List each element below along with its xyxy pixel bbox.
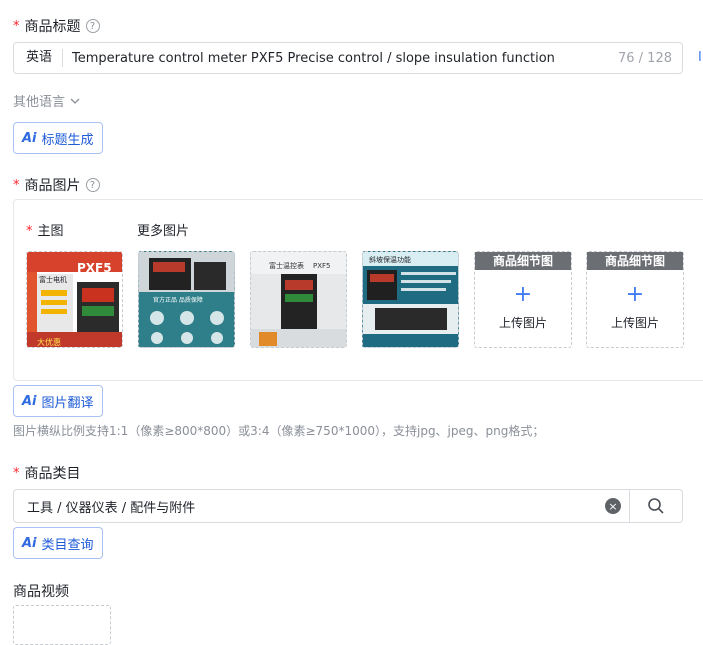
ai-title-generate-button[interactable]: Ai 标题生成 xyxy=(13,122,103,154)
more-images-label: 更多图片 xyxy=(137,224,190,239)
thumb1-promo: 大优惠 xyxy=(37,337,61,347)
title-value[interactable]: Temperature control meter PXF5 Precise c… xyxy=(63,51,618,66)
product-image: 富士温控表 PXF5 xyxy=(251,252,346,347)
more-image-thumb[interactable]: 官方正品 品质保障 xyxy=(138,251,235,348)
thumb1-model: PXF5 xyxy=(77,261,112,275)
help-icon[interactable]: ? xyxy=(85,19,100,33)
image-format-hint: 图片横纵比例支持1:1（像素≥800*800）或3:4（像素≥750*1000）… xyxy=(13,424,545,438)
product-image: 斜坡保温功能 xyxy=(363,252,458,347)
title-label: * 商品标题 ? xyxy=(13,16,100,36)
ai-icon: Ai xyxy=(22,130,37,146)
language-tag[interactable]: 英语 xyxy=(14,49,64,67)
search-button[interactable] xyxy=(629,490,682,522)
upload-slot-text: 上传图片 xyxy=(610,316,659,330)
ai-title-generate-label: 标题生成 xyxy=(41,132,94,148)
video-label: 商品视频 xyxy=(13,581,69,601)
upload-detail-image-slot[interactable]: 商品细节图 + 上传图片 xyxy=(586,251,684,348)
ai-icon: Ai xyxy=(22,535,37,551)
ai-category-query-button[interactable]: Ai 类目查询 xyxy=(13,527,103,559)
ai-icon: Ai xyxy=(22,393,37,409)
more-image-thumb[interactable]: 斜坡保温功能 xyxy=(362,251,459,348)
required-mark: * xyxy=(26,224,33,239)
plus-icon: + xyxy=(513,282,533,307)
category-value[interactable]: 工具 / 仪器仪表 / 配件与附件 xyxy=(14,497,605,516)
char-count: 76 / 128 xyxy=(618,50,672,66)
upload-slot-header: 商品细节图 xyxy=(475,252,571,270)
main-image-thumb[interactable]: 富士电机 PXF5 大优惠 xyxy=(26,251,123,348)
more-image-thumb[interactable]: 富士温控表 PXF5 xyxy=(250,251,347,348)
thumb4-title: 斜坡保温功能 xyxy=(369,255,411,264)
upload-video-slot[interactable] xyxy=(13,605,111,645)
category-label-text: 商品类目 xyxy=(24,466,81,482)
required-mark: * xyxy=(13,465,20,481)
product-image: 富士电机 PXF5 大优惠 xyxy=(27,252,122,347)
thumb2-caption: 官方正品 品质保障 xyxy=(153,296,203,304)
upload-detail-image-slot[interactable]: 商品细节图 + 上传图片 xyxy=(474,251,572,348)
upload-slot-text: 上传图片 xyxy=(498,316,547,330)
thumb1-brand: 富士电机 xyxy=(39,275,67,284)
title-input[interactable]: 英语 Temperature control meter PXF5 Precis… xyxy=(13,42,683,74)
plus-icon: + xyxy=(625,282,645,307)
search-icon xyxy=(648,498,664,514)
video-label-text: 商品视频 xyxy=(13,584,69,600)
required-mark: * xyxy=(13,177,20,193)
product-image: 官方正品 品质保障 xyxy=(139,252,234,347)
other-languages-toggle[interactable]: 其他语言 xyxy=(13,91,81,110)
other-languages-text: 其他语言 xyxy=(13,95,66,110)
thumb3-title: 富士温控表 xyxy=(269,261,304,270)
images-label-text: 商品图片 xyxy=(24,178,81,194)
side-edge-icon[interactable]: I xyxy=(698,50,702,65)
ai-image-translate-button[interactable]: Ai 图片翻译 xyxy=(13,385,103,417)
main-image-label-text: 主图 xyxy=(37,224,64,239)
clear-icon[interactable]: × xyxy=(605,498,621,514)
ai-category-query-label: 类目查询 xyxy=(41,537,94,553)
required-mark: * xyxy=(13,18,20,34)
help-icon[interactable]: ? xyxy=(85,178,100,192)
ai-image-translate-label: 图片翻译 xyxy=(41,395,94,411)
title-label-text: 商品标题 xyxy=(24,19,81,35)
main-image-label: * 主图 xyxy=(26,220,64,239)
thumb3-model: PXF5 xyxy=(313,262,331,270)
category-input[interactable]: 工具 / 仪器仪表 / 配件与附件 × xyxy=(13,489,683,523)
upload-slot-header: 商品细节图 xyxy=(587,252,683,270)
images-label: * 商品图片 ? xyxy=(13,175,100,195)
chevron-down-icon xyxy=(70,98,80,104)
category-label: * 商品类目 xyxy=(13,463,81,483)
